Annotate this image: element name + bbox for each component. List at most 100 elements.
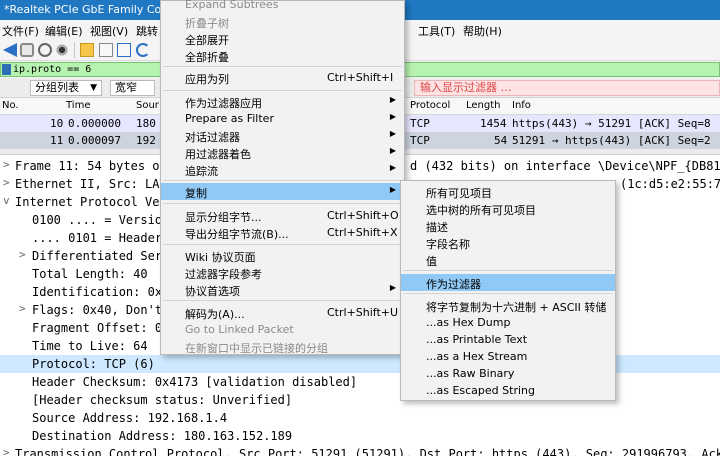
- tree-row[interactable]: Destination Address: 180.163.152.189: [0, 427, 720, 445]
- tree-text: Ethernet II, Src: LAP: [15, 177, 167, 191]
- menu-item-label: 用过滤器着色: [185, 148, 251, 161]
- menu-separator: [163, 90, 402, 91]
- packet-length: 1454: [480, 117, 507, 130]
- menu-item-prepare-as-filter[interactable]: Prepare as Filter ▶: [161, 110, 404, 127]
- column-header-info[interactable]: Info: [512, 100, 531, 111]
- column-header-no[interactable]: No.: [2, 100, 19, 111]
- restart-icon[interactable]: [38, 43, 52, 57]
- menu-tools[interactable]: 工具(T): [418, 23, 455, 39]
- chevron-right-icon[interactable]: >: [3, 158, 10, 171]
- menu-item-shortcut: Ctrl+Shift+O: [327, 209, 399, 222]
- search-scope-value: 分组列表: [35, 81, 79, 94]
- close-file-icon[interactable]: [117, 43, 131, 57]
- submenu-arrow-icon: ▶: [389, 95, 396, 104]
- menu-item-protocol-preferences[interactable]: 协议首选项 ▶: [161, 281, 404, 298]
- menu-item-apply-as-filter[interactable]: 作为过滤器应用 ▶: [161, 93, 404, 110]
- menu-edit[interactable]: 编辑(E): [45, 23, 83, 39]
- open-file-icon[interactable]: [80, 43, 94, 57]
- submenu-arrow-icon: ▶: [389, 112, 396, 121]
- tree-text: Header Checksum: 0x4173 [validation disa…: [32, 375, 358, 389]
- menu-file[interactable]: 文件(F): [2, 23, 39, 39]
- column-header-source[interactable]: Sour: [136, 100, 159, 111]
- column-header-length[interactable]: Length: [466, 100, 501, 111]
- submenu-item-value[interactable]: 值: [401, 251, 615, 268]
- submenu-arrow-icon: ▶: [389, 146, 396, 155]
- submenu-item-label: ...as Escaped String: [426, 384, 535, 397]
- submenu-item-label: ...as a Hex Stream: [426, 350, 528, 363]
- bookmark-icon[interactable]: [2, 64, 11, 75]
- menu-item-shortcut: Ctrl+Shift+I: [327, 71, 394, 84]
- menu-item-label: 折叠子树: [185, 17, 229, 30]
- submenu-item-as-hex-dump[interactable]: ...as Hex Dump: [401, 314, 615, 331]
- menu-item-follow-stream[interactable]: 追踪流 ▶: [161, 161, 404, 178]
- menu-separator: [163, 244, 402, 245]
- menu-item-label: 追踪流: [185, 165, 218, 178]
- submenu-item-all-visible-selected-tree-items[interactable]: 选中树的所有可见项目: [401, 200, 615, 217]
- options-gear-icon[interactable]: [55, 43, 69, 57]
- chevron-right-icon[interactable]: >: [3, 176, 10, 189]
- chevron-down-icon[interactable]: v: [3, 194, 10, 207]
- submenu-item-label: 选中树的所有可见项目: [426, 204, 536, 217]
- menu-item-conversation-filter[interactable]: 对话过滤器 ▶: [161, 127, 404, 144]
- menu-item-colorize-with-filter[interactable]: 用过滤器着色 ▶: [161, 144, 404, 161]
- menu-separator: [403, 270, 613, 271]
- window-title: *Realtek PCIe GbE Family Co: [4, 3, 162, 16]
- submenu-item-as-filter[interactable]: 作为过滤器: [401, 274, 615, 291]
- submenu-arrow-icon: ▶: [389, 185, 396, 194]
- menu-item-wiki-protocol-page[interactable]: Wiki 协议页面: [161, 247, 404, 264]
- menu-item-show-packet-bytes[interactable]: 显示分组字节... Ctrl+Shift+O: [161, 207, 404, 224]
- tree-row[interactable]: Source Address: 192.168.1.4: [0, 409, 720, 427]
- column-header-protocol[interactable]: Protocol: [410, 100, 450, 111]
- apply-display-filter-input[interactable]: 输入显示过滤器 …: [414, 80, 720, 96]
- tree-text: Protocol: TCP (6): [32, 357, 155, 371]
- chevron-right-icon[interactable]: >: [19, 248, 26, 261]
- submenu-item-as-printable-text[interactable]: ...as Printable Text: [401, 331, 615, 348]
- menu-item-collapse-all[interactable]: 全部折叠: [161, 47, 404, 64]
- submenu-item-as-hex-stream[interactable]: ...as a Hex Stream: [401, 348, 615, 365]
- tree-text: Transmission Control Protocol, Src Port:…: [15, 447, 720, 456]
- menu-item-export-packet-bytes[interactable]: 导出分组字节流(B)... Ctrl+Shift+X: [161, 224, 404, 241]
- submenu-item-as-raw-binary[interactable]: ...as Raw Binary: [401, 365, 615, 382]
- tree-row-tcp[interactable]: > Transmission Control Protocol, Src Por…: [0, 445, 720, 456]
- menu-help[interactable]: 帮助(H): [463, 23, 502, 39]
- submenu-item-bytes-hex-ascii[interactable]: 将字节复制为十六进制 + ASCII 转储: [401, 297, 615, 314]
- menu-item-decode-as[interactable]: 解码为(A)... Ctrl+Shift+U: [161, 304, 404, 321]
- menu-separator: [403, 293, 613, 294]
- tree-text: Destination Address: 180.163.152.189: [32, 429, 293, 443]
- tree-text: Identification: 0x: [32, 285, 163, 299]
- menu-item-copy[interactable]: 复制 ▶: [161, 183, 404, 200]
- menu-item-expand-subtrees: Expand Subtrees: [161, 0, 404, 13]
- submenu-arrow-icon: ▶: [389, 163, 396, 172]
- submenu-item-label: ...as Raw Binary: [426, 367, 515, 380]
- menu-separator: [163, 203, 402, 204]
- save-file-icon[interactable]: [99, 43, 113, 57]
- submenu-item-label: 描述: [426, 221, 448, 234]
- shark-fin-start-icon[interactable]: [3, 43, 17, 57]
- menu-separator: [163, 66, 402, 67]
- search-scope-select[interactable]: 分组列表 ▼: [30, 80, 102, 96]
- stop-icon[interactable]: [20, 43, 34, 57]
- chevron-right-icon[interactable]: >: [19, 302, 26, 315]
- menu-view[interactable]: 视图(V): [90, 23, 128, 39]
- menu-item-apply-as-column[interactable]: 应用为列 Ctrl+Shift+I: [161, 69, 404, 86]
- menu-item-label: 过滤器字段参考: [185, 268, 262, 281]
- display-filter-value: ip.proto == 6: [13, 64, 92, 75]
- tree-text: Source Address: 192.168.1.4: [32, 411, 228, 425]
- menu-item-label: 复制: [185, 187, 207, 200]
- menu-go[interactable]: 跳转: [136, 23, 158, 39]
- reload-icon[interactable]: [136, 43, 150, 57]
- menu-item-filter-field-reference[interactable]: 过滤器字段参考: [161, 264, 404, 281]
- tree-text: Time to Live: 64: [32, 339, 148, 353]
- packet-source: 192: [136, 134, 156, 147]
- submenu-item-field-name[interactable]: 字段名称: [401, 234, 615, 251]
- submenu-item-description[interactable]: 描述: [401, 217, 615, 234]
- submenu-item-as-escaped-string[interactable]: ...as Escaped String: [401, 382, 615, 399]
- packet-time: 0.000097: [68, 134, 121, 147]
- menu-item-expand-all[interactable]: 全部展开: [161, 30, 404, 47]
- submenu-item-all-visible-items[interactable]: 所有可见项目: [401, 183, 615, 200]
- search-charset-select[interactable]: 宽窄: [110, 80, 155, 96]
- chevron-right-icon[interactable]: >: [3, 446, 10, 456]
- menu-item-label: Wiki 协议页面: [185, 251, 256, 264]
- submenu-item-label: 字段名称: [426, 238, 470, 251]
- column-header-time[interactable]: Time: [66, 100, 90, 111]
